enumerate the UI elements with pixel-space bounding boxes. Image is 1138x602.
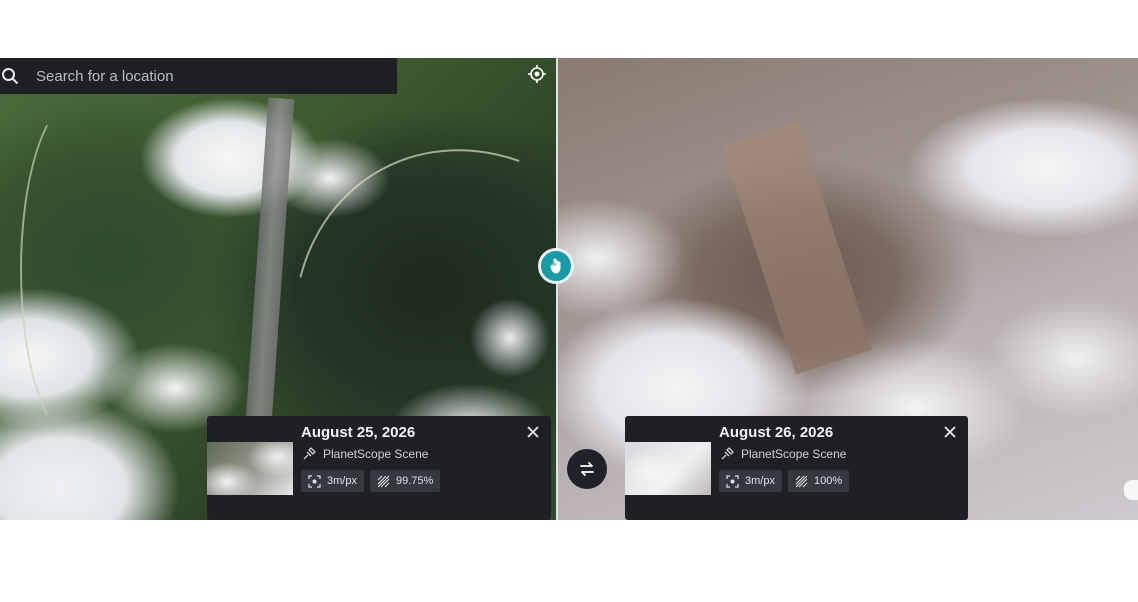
clear-coverage-badge: 100% bbox=[787, 470, 850, 492]
scene-source: PlanetScope Scene bbox=[719, 446, 846, 462]
scene-source-label: PlanetScope Scene bbox=[323, 447, 429, 461]
scene-badges: 3m/px 99.75% bbox=[301, 470, 446, 492]
scene-date: August 25, 2026 bbox=[301, 424, 416, 441]
scene-source-label: PlanetScope Scene bbox=[741, 447, 847, 461]
scene-source: PlanetScope Scene bbox=[301, 446, 428, 462]
edge-tab[interactable] bbox=[1124, 480, 1138, 500]
hand-cursor-icon bbox=[550, 258, 561, 274]
search-bar[interactable] bbox=[0, 58, 397, 94]
scene-badges: 3m/px 100% bbox=[719, 470, 855, 492]
scene-thumbnail[interactable] bbox=[625, 442, 711, 495]
focus-frame-icon bbox=[726, 474, 739, 488]
clear-coverage-badge: 99.75% bbox=[369, 470, 441, 492]
search-icon[interactable] bbox=[0, 66, 20, 86]
clear-coverage-value: 99.75% bbox=[395, 475, 434, 487]
scene-card-left: August 25, 2026 PlanetScope Scene 3m/px … bbox=[207, 416, 551, 520]
close-icon[interactable] bbox=[525, 424, 541, 440]
compare-slider-handle[interactable] bbox=[538, 248, 574, 284]
hatch-icon bbox=[795, 475, 808, 487]
scene-card-right: August 26, 2026 PlanetScope Scene 3m/px … bbox=[625, 416, 968, 520]
focus-frame-icon bbox=[308, 474, 321, 488]
search-input[interactable] bbox=[36, 67, 376, 85]
resolution-value: 3m/px bbox=[327, 475, 357, 487]
landslide-area bbox=[721, 121, 873, 375]
clear-coverage-value: 100% bbox=[813, 475, 843, 487]
compare-divider[interactable] bbox=[556, 58, 558, 520]
crosshair-icon[interactable] bbox=[526, 63, 548, 85]
satellite-icon bbox=[301, 446, 317, 462]
scene-thumbnail[interactable] bbox=[207, 442, 293, 495]
swap-button[interactable] bbox=[567, 449, 607, 489]
close-icon[interactable] bbox=[942, 424, 958, 440]
hatch-icon bbox=[377, 475, 390, 487]
resolution-badge: 3m/px bbox=[719, 470, 782, 492]
satellite-icon bbox=[719, 446, 735, 462]
river bbox=[20, 98, 134, 442]
resolution-badge: 3m/px bbox=[301, 470, 364, 492]
scene-date: August 26, 2026 bbox=[719, 424, 834, 441]
resolution-value: 3m/px bbox=[745, 475, 775, 487]
swap-arrows-icon bbox=[580, 462, 594, 476]
